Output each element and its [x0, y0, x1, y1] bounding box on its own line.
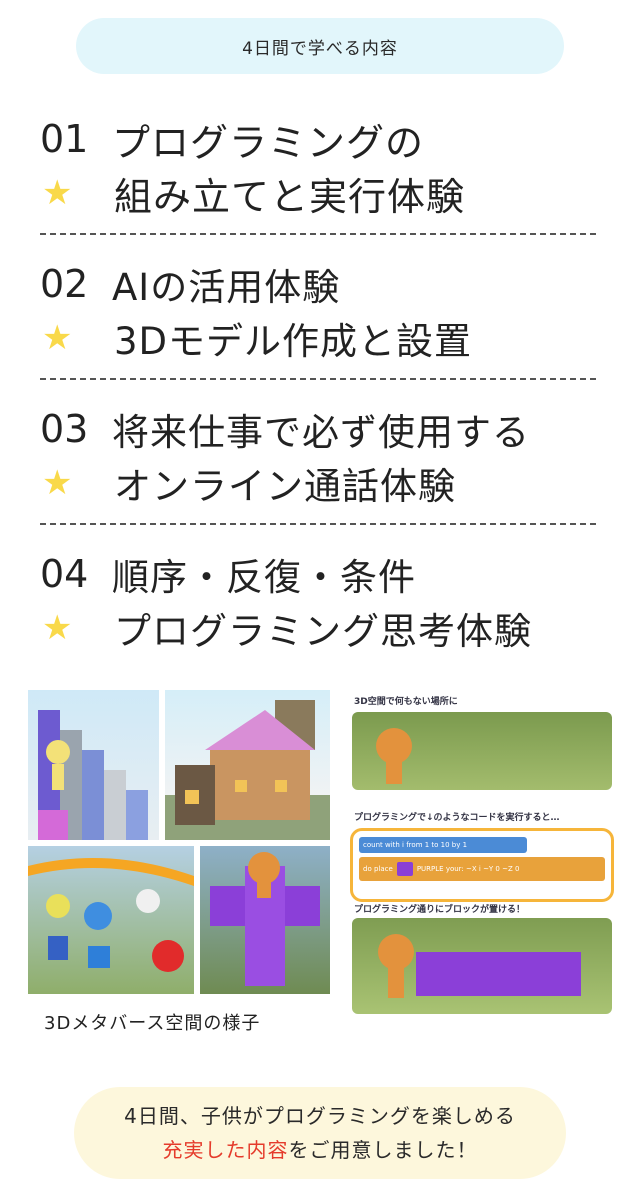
code-color: PURPLE	[416, 865, 444, 873]
item-number: 02	[40, 262, 89, 306]
item-line2: オンライン通話体験	[114, 465, 456, 508]
item-line1: プログラミングの	[112, 120, 425, 165]
metaverse-photo-purple-blocks	[200, 846, 330, 994]
code-place-keyword: place	[373, 865, 393, 873]
footer-highlight: 充実した内容	[162, 1138, 289, 1162]
list-item: 02 AIの活用体験 ★ 3Dモデル作成と設置	[40, 257, 596, 402]
item-number: 01	[40, 117, 89, 161]
code-demo-label-3: プログラミング通りにブロックが置ける！	[354, 905, 526, 915]
item-line1: 順序・反復・条件	[112, 556, 416, 599]
purple-block-icon	[396, 862, 413, 876]
item-line1: 将来仕事で必ず使用する	[112, 411, 530, 454]
header-pill: 4日間で学べる内容	[76, 18, 564, 74]
dashed-divider	[40, 523, 596, 525]
code-line-place: do place PURPLE your: ~X i ~Y 0 ~Z 0	[359, 857, 605, 881]
star-icon: ★	[42, 318, 73, 358]
item-number: 03	[40, 407, 89, 451]
code-line-loop: count with i from 1 to 10 by 1	[359, 837, 527, 853]
list-item: 01 プログラミングの ★ 組み立てと実行体験	[40, 112, 596, 257]
header-title: 4日間で学べる内容	[242, 38, 398, 59]
metaverse-photo-avatars	[28, 846, 194, 994]
metaverse-photo-house	[165, 690, 330, 840]
item-line2: 3Dモデル作成と設置	[114, 320, 473, 363]
item-line2: プログラミング思考体験	[114, 610, 532, 653]
code-demo-label-2: プログラミングで↓のようなコードを実行すると…	[354, 813, 560, 823]
item-line1: AIの活用体験	[112, 266, 341, 309]
code-demo-panel: 3D空間で何もない場所に プログラミングで↓のようなコードを実行すると… cou…	[350, 688, 614, 1032]
footer-message: 4日間、子供がプログラミングを楽しめる 充実した内容をご用意しました！	[74, 1087, 566, 1179]
code-coords: your: ~X i ~Y 0 ~Z 0	[445, 865, 520, 873]
dashed-divider	[40, 233, 596, 235]
code-demo-label-1: 3D空間で何もない場所に	[354, 697, 458, 707]
star-icon: ★	[42, 173, 73, 213]
star-icon: ★	[42, 608, 73, 648]
list-item: 04 順序・反復・条件 ★ プログラミング思考体験	[40, 547, 596, 692]
placed-blocks-scene	[352, 918, 612, 1014]
photo-caption: 3Dメタバース空間の様子	[44, 1013, 261, 1034]
code-do-keyword: do	[363, 865, 372, 873]
empty-space-scene	[352, 712, 612, 790]
footer-line2-rest: をご用意しました！	[288, 1138, 478, 1162]
footer-line2: 充実した内容をご用意しました！	[163, 1133, 478, 1167]
learning-items-list: 01 プログラミングの ★ 組み立てと実行体験 02 AIの活用体験 ★ 3Dモデル作成…	[40, 112, 596, 692]
item-number: 04	[40, 552, 89, 596]
code-block-box: count with i from 1 to 10 by 1 do place …	[350, 828, 614, 902]
list-item: 03 将来仕事で必ず使用する ★ オンライン通話体験	[40, 402, 596, 547]
metaverse-photo-grid	[28, 690, 330, 994]
metaverse-photo-staircase	[28, 690, 159, 840]
dashed-divider	[40, 378, 596, 380]
footer-line1: 4日間、子供がプログラミングを楽しめる	[124, 1104, 516, 1128]
star-icon: ★	[42, 463, 73, 503]
item-line2: 組み立てと実行体験	[114, 174, 466, 219]
